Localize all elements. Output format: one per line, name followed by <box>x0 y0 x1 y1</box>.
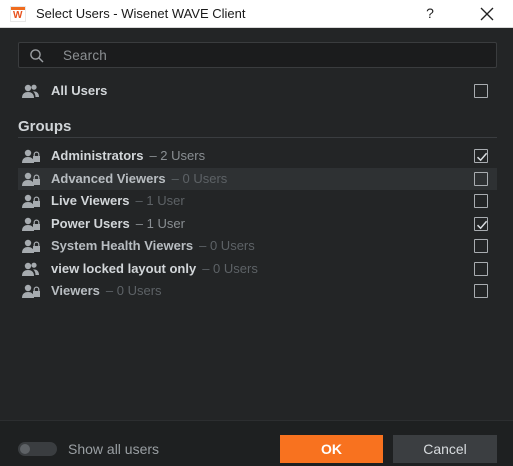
group-row-live-viewers[interactable]: Live Viewers – 1 User <box>18 190 497 212</box>
dialog-footer: Show all users OK Cancel <box>0 420 513 466</box>
group-checkbox[interactable] <box>474 172 488 186</box>
wisenet-logo-icon: W <box>10 6 26 22</box>
users-icon <box>22 239 40 253</box>
group-checkbox[interactable] <box>474 194 488 208</box>
group-row-view-locked-layout-only[interactable]: view locked layout only – 0 Users <box>18 258 497 280</box>
search-placeholder: Search <box>63 48 107 63</box>
users-icon <box>22 262 39 276</box>
group-name: Power Users – 1 User <box>51 216 185 231</box>
group-row-advanced-viewers[interactable]: Advanced Viewers – 0 Users <box>18 168 497 190</box>
all-users-checkbox[interactable] <box>474 84 488 98</box>
groups-heading: Groups <box>18 118 72 135</box>
group-checkbox[interactable] <box>474 217 488 231</box>
group-row-system-health-viewers[interactable]: System Health Viewers – 0 Users <box>18 235 497 257</box>
group-name: Live Viewers – 1 User <box>51 193 185 208</box>
ok-button[interactable]: OK <box>280 435 383 463</box>
group-name: Viewers – 0 Users <box>51 283 162 298</box>
group-name: Advanced Viewers – 0 Users <box>51 171 228 186</box>
show-all-users-label: Show all users <box>68 441 160 457</box>
users-icon <box>22 194 40 208</box>
title-bar: W Select Users - Wisenet WAVE Client ? <box>0 0 513 28</box>
group-checkbox[interactable] <box>474 239 488 253</box>
check-icon <box>476 152 488 162</box>
users-icon <box>22 149 40 163</box>
help-button[interactable]: ? <box>420 3 440 23</box>
group-name: Administrators – 2 Users <box>51 148 206 163</box>
users-icon <box>22 172 40 186</box>
check-icon <box>476 220 488 230</box>
search-input[interactable]: Search <box>18 42 497 68</box>
search-icon <box>30 49 44 63</box>
group-checkbox[interactable] <box>474 262 488 276</box>
all-users-label: All Users <box>51 83 108 98</box>
cancel-button[interactable]: Cancel <box>393 435 497 463</box>
close-icon <box>480 7 494 21</box>
group-name: view locked layout only – 0 Users <box>51 261 258 276</box>
group-checkbox[interactable] <box>474 284 488 298</box>
close-button[interactable] <box>476 3 498 25</box>
group-checkbox[interactable] <box>474 149 488 163</box>
group-row-viewers[interactable]: Viewers – 0 Users <box>18 280 497 302</box>
toggle-knob <box>20 444 30 454</box>
group-name: System Health Viewers – 0 Users <box>51 238 255 253</box>
group-row-administrators[interactable]: Administrators – 2 Users <box>18 145 497 167</box>
show-all-users-toggle[interactable] <box>18 442 57 456</box>
group-row-power-users[interactable]: Power Users – 1 User <box>18 213 497 235</box>
users-icon <box>22 84 39 98</box>
users-icon <box>22 217 40 231</box>
users-icon <box>22 284 40 298</box>
divider <box>18 137 497 138</box>
all-users-row[interactable]: All Users <box>18 80 497 102</box>
window-title: Select Users - Wisenet WAVE Client <box>36 6 246 21</box>
